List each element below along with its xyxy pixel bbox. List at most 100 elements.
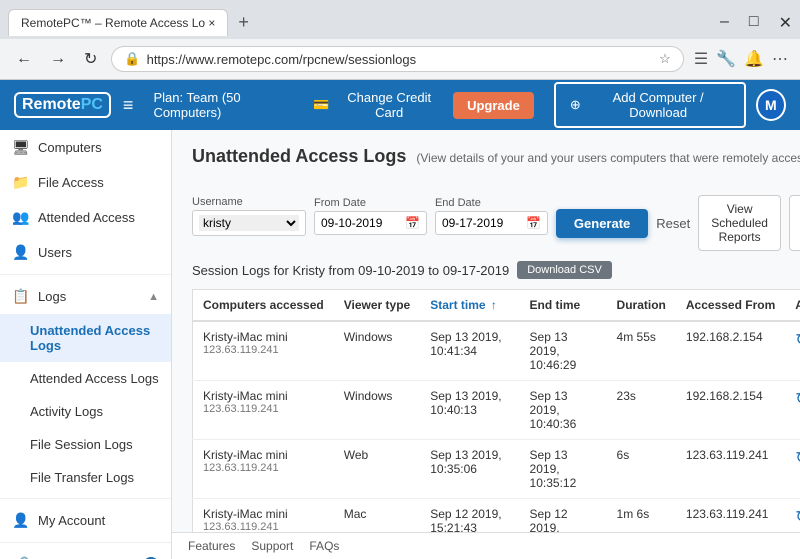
sidebar-item-file-session-logs[interactable]: File Session Logs — [0, 428, 171, 461]
end-date-calendar-icon[interactable]: 📅 — [526, 216, 541, 230]
plan-info: Plan: Team (50 Computers) — [153, 90, 303, 120]
cell-start-3: Sep 12 2019, 15:21:43 — [420, 499, 519, 533]
sidebar-item-my-account[interactable]: 👤 My Account — [0, 503, 171, 538]
back-button[interactable]: ← — [12, 46, 36, 72]
export-csv-button[interactable]: Export as CSV — [789, 195, 800, 251]
cell-end-0: Sep 13 2019, 10:46:29 — [520, 321, 607, 381]
main-content: Unattended Access Logs (View details of … — [172, 130, 800, 532]
sidebar-item-computers[interactable]: 🖥 Computers — [0, 130, 171, 165]
users-icon: 👤 — [12, 244, 30, 261]
footer-features-link[interactable]: Features — [188, 539, 235, 553]
new-tab-button[interactable]: + — [228, 6, 259, 39]
sidebar-label-unattended-logs: Unattended Access Logs — [30, 323, 159, 353]
cell-end-2: Sep 13 2019, 10:35:12 — [520, 440, 607, 499]
sidebar-label-file-access: File Access — [38, 175, 104, 190]
sidebar-item-file-transfer-logs[interactable]: File Transfer Logs — [0, 461, 171, 494]
close-icon[interactable]: ✕ — [779, 13, 792, 33]
col-accessed-from: Accessed From — [676, 290, 785, 322]
col-viewer-type: Viewer type — [334, 290, 420, 322]
col-computers: Computers accessed — [193, 290, 334, 322]
credit-card-icon: 💳 — [313, 97, 329, 113]
cell-duration-0: 4m 55s — [607, 321, 676, 381]
notifications-icon[interactable]: 🔔 — [744, 49, 764, 69]
table-body: Kristy-iMac mini 123.63.119.241 Windows … — [193, 321, 800, 532]
end-date-group: End Date 📅 — [435, 197, 548, 235]
col-end-time: End time — [520, 290, 607, 322]
sidebar-item-unattended-logs[interactable]: Unattended Access Logs — [0, 314, 171, 362]
view-scheduled-button[interactable]: View Scheduled Reports — [698, 195, 781, 251]
footer-faqs-link[interactable]: FAQs — [309, 539, 339, 553]
sidebar-divider-3 — [0, 542, 171, 543]
table-row: Kristy-iMac mini 123.63.119.241 Web Sep … — [193, 440, 800, 499]
filter-bar: Username kristy kristy@myworld.com From … — [192, 181, 800, 251]
username-group: Username kristy kristy@myworld.com — [192, 196, 306, 236]
credit-card-button[interactable]: 💳 Change Credit Card — [313, 90, 443, 120]
sidebar-label-file-transfer-logs: File Transfer Logs — [30, 470, 134, 485]
user-avatar[interactable]: M — [756, 89, 786, 121]
upgrade-button[interactable]: Upgrade — [453, 92, 534, 119]
sidebar: 🖥 Computers 📁 File Access 👥 Attended Acc… — [0, 130, 172, 559]
cell-computer-3: Kristy-iMac mini 123.63.119.241 — [193, 499, 334, 533]
end-date-input[interactable] — [442, 216, 522, 230]
activity-refresh-icon-1[interactable]: ↻ — [795, 391, 800, 408]
cell-activity-3[interactable]: ↻ — [785, 499, 800, 533]
sidebar-item-logs[interactable]: 📋 Logs ▲ — [0, 279, 171, 314]
menu-icon[interactable]: ☰ — [694, 49, 708, 69]
url-display[interactable]: https://www.remotepc.com/rpcnew/sessionl… — [147, 52, 654, 67]
cell-activity-0[interactable]: ↻ — [785, 321, 800, 381]
cell-activity-1[interactable]: ↻ — [785, 381, 800, 440]
col-start-time[interactable]: Start time ↑ — [420, 290, 519, 322]
activity-refresh-icon-0[interactable]: ↻ — [795, 332, 800, 349]
sidebar-item-file-access[interactable]: 📁 File Access — [0, 165, 171, 200]
logo-text: RemotePC — [22, 96, 103, 113]
cell-end-1: Sep 13 2019, 10:40:36 — [520, 381, 607, 440]
computer-ip-1: 123.63.119.241 — [203, 403, 324, 415]
cell-start-1: Sep 13 2019, 10:40:13 — [420, 381, 519, 440]
lock-icon: 🔒 — [124, 51, 140, 67]
sidebar-item-users[interactable]: 👤 Users — [0, 235, 171, 270]
minimize-icon[interactable]: ‒ — [720, 13, 729, 33]
sidebar-label-attended-access: Attended Access — [38, 210, 135, 225]
refresh-button[interactable]: ↻ — [80, 45, 101, 73]
restore-icon[interactable]: □ — [749, 13, 759, 33]
bookmark-icon[interactable]: ☆ — [659, 51, 671, 67]
footer-support-link[interactable]: Support — [251, 539, 293, 553]
cell-viewer-0: Windows — [334, 321, 420, 381]
sidebar-item-attended-logs[interactable]: Attended Access Logs — [0, 362, 171, 395]
hamburger-menu[interactable]: ≡ — [123, 95, 134, 116]
sidebar-item-attended-access[interactable]: 👥 Attended Access — [0, 200, 171, 235]
activity-refresh-icon-2[interactable]: ↻ — [795, 450, 800, 467]
from-date-input[interactable] — [321, 216, 401, 230]
more-icon[interactable]: ⋯ — [772, 49, 788, 69]
browser-tab[interactable]: RemotePC™ – Remote Access Lo × — [8, 9, 228, 36]
reset-button[interactable]: Reset — [656, 216, 690, 231]
from-date-group: From Date 📅 — [314, 197, 427, 235]
logo-box: RemotePC — [14, 92, 111, 118]
file-access-icon: 📁 — [12, 174, 30, 191]
cell-duration-2: 6s — [607, 440, 676, 499]
sidebar-item-rdp-connector[interactable]: 🔗 RDP Connector ? — [0, 547, 171, 559]
extensions-icon[interactable]: 🔧 — [716, 49, 736, 69]
cell-accessed-from-3: 123.63.119.241 — [676, 499, 785, 533]
footer: Features Support FAQs iDrive Inc. — [172, 532, 800, 559]
sidebar-item-activity-logs[interactable]: Activity Logs — [0, 395, 171, 428]
logs-icon: 📋 — [12, 288, 30, 305]
from-date-calendar-icon[interactable]: 📅 — [405, 216, 420, 230]
sidebar-label-users: Users — [38, 245, 72, 260]
logo-pc: PC — [81, 96, 103, 113]
username-select[interactable]: kristy kristy@myworld.com — [199, 215, 299, 231]
table-row: Kristy-iMac mini 123.63.119.241 Windows … — [193, 321, 800, 381]
download-csv-button[interactable]: Download CSV — [517, 261, 612, 279]
activity-refresh-icon-3[interactable]: ↻ — [795, 509, 800, 526]
page-header: Unattended Access Logs (View details of … — [192, 146, 800, 167]
cell-activity-2[interactable]: ↻ — [785, 440, 800, 499]
sidebar-label-logs: Logs — [38, 289, 66, 304]
computer-name-0: Kristy-iMac mini — [203, 330, 324, 344]
computer-name-1: Kristy-iMac mini — [203, 389, 324, 403]
data-table: Computers accessed Viewer type Start tim… — [192, 289, 800, 532]
my-account-icon: 👤 — [12, 512, 30, 529]
generate-button[interactable]: Generate — [556, 209, 648, 238]
add-computer-button[interactable]: ⊕ Add Computer / Download — [554, 82, 746, 128]
credit-card-label: Change Credit Card — [335, 90, 443, 120]
forward-button[interactable]: → — [46, 46, 70, 72]
